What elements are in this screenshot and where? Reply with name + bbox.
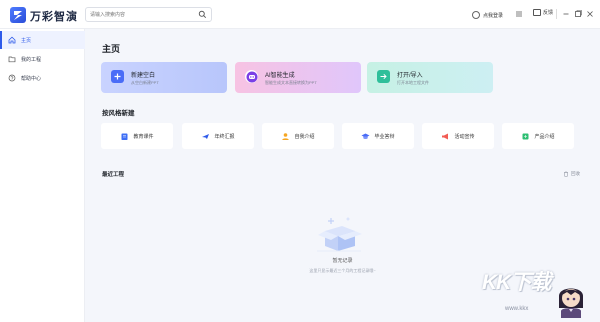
trash-label: 回收	[571, 171, 580, 176]
new-blank-card[interactable]: 新建空白 从空白新建PPT	[101, 62, 227, 93]
card-desc: 打开本地工程文件	[397, 80, 429, 85]
maximize-icon[interactable]	[573, 9, 583, 19]
search-icon[interactable]	[198, 10, 207, 19]
sidebar-item-label: 主页	[21, 37, 32, 44]
sidebar-item-label: 我的工程	[21, 56, 42, 63]
card-desc: 从空白新建PPT	[131, 80, 159, 85]
sidebar-item-home[interactable]: 主页	[0, 31, 85, 49]
folder-icon	[8, 55, 16, 63]
user-avatar-icon	[472, 11, 480, 19]
graduation-cap-icon	[361, 132, 370, 141]
help-icon	[8, 74, 16, 82]
trash-icon	[564, 171, 568, 177]
style-label: 教育课件	[133, 133, 154, 140]
feedback-label: 反馈	[543, 10, 554, 16]
card-title: 打开/导入	[397, 73, 423, 79]
app-logo	[10, 7, 26, 23]
close-icon[interactable]	[585, 9, 595, 19]
watermark-url: www.kkx	[505, 306, 529, 312]
watermark-logo: KK下载	[482, 271, 551, 294]
style-label: 活动宣传	[454, 133, 475, 140]
recent-section-title: 最近工程	[102, 172, 125, 178]
style-label: 产品介绍	[534, 133, 555, 140]
sidebar-item-my-projects[interactable]: 我的工程	[0, 50, 85, 68]
home-icon	[8, 36, 16, 44]
style-label: 年终汇报	[214, 133, 235, 140]
style-graduation-defense[interactable]: 毕业答辩	[342, 123, 414, 149]
mascot-character-image	[559, 288, 583, 318]
menu-icon[interactable]	[514, 9, 524, 19]
book-icon	[120, 132, 129, 141]
import-icon	[377, 70, 390, 83]
product-icon	[521, 132, 530, 141]
login-label: 点我登录	[483, 12, 504, 19]
style-year-end-report[interactable]: 年终汇报	[182, 123, 254, 149]
open-import-card[interactable]: 打开/导入 打开本地工程文件	[367, 62, 493, 93]
trash-button[interactable]: 回收	[563, 171, 580, 177]
card-desc: 智能生成文本直接转换为PPT	[265, 80, 317, 85]
search-box[interactable]	[85, 7, 212, 22]
card-title: 新建空白	[131, 73, 156, 79]
search-input[interactable]	[90, 9, 195, 20]
style-self-introduction[interactable]: 自我介绍	[262, 123, 334, 149]
feedback-icon	[533, 9, 541, 16]
style-education[interactable]: 教育课件	[101, 123, 173, 149]
toolbar-divider	[556, 9, 557, 19]
person-icon	[281, 132, 290, 141]
app-title: 万彩智演	[30, 11, 78, 23]
sidebar-item-label: 帮助中心	[21, 75, 42, 82]
page-title: 主页	[102, 44, 121, 54]
style-product-introduction[interactable]: 产品介绍	[502, 123, 574, 149]
airplane-icon	[201, 132, 210, 141]
login-button[interactable]: 点我登录	[472, 9, 503, 21]
card-title: AI智能生成	[265, 73, 295, 79]
style-label: 毕业答辩	[374, 133, 395, 140]
style-section-title: 按风格新建	[102, 110, 135, 117]
style-label: 自我介绍	[294, 133, 315, 140]
plus-icon	[111, 70, 124, 83]
sidebar: 主页 我的工程 帮助中心	[0, 29, 85, 322]
sidebar-item-help-center[interactable]: 帮助中心	[0, 69, 85, 87]
minimize-icon[interactable]	[561, 9, 571, 19]
feedback-button[interactable]: 反馈	[533, 9, 553, 16]
empty-box-illustration	[317, 217, 362, 252]
empty-title: 暂无记录	[332, 258, 353, 264]
style-event-promotion[interactable]: 活动宣传	[422, 123, 494, 149]
ai-generate-card[interactable]: AI智能生成 智能生成文本直接转换为PPT	[235, 62, 361, 93]
ai-robot-icon	[245, 70, 258, 83]
megaphone-icon	[441, 132, 450, 141]
top-bar: 万彩智演 点我登录 反馈	[0, 0, 600, 29]
